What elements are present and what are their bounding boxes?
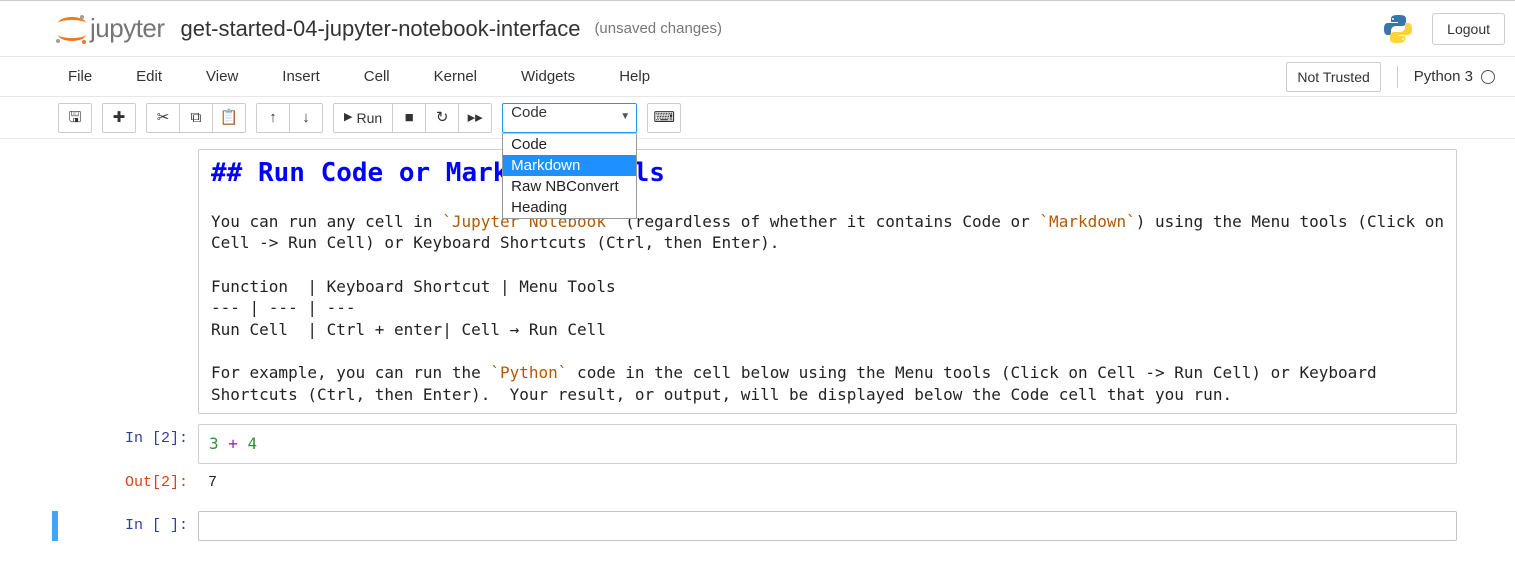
menu-edit[interactable]: Edit (126, 60, 172, 93)
stop-icon: ■ (405, 110, 414, 125)
cell-type-option-code[interactable]: Code (503, 134, 636, 155)
jupyter-logo[interactable]: jupyter (58, 13, 165, 44)
restart-run-all-button[interactable]: ▸▸ (458, 103, 492, 133)
jupyter-logo-text: jupyter (90, 13, 165, 44)
kernel-indicator[interactable]: Python 3 (1414, 68, 1505, 85)
save-status: (unsaved changes) (594, 20, 722, 37)
menu-kernel[interactable]: Kernel (424, 60, 487, 93)
python-logo-icon (1382, 13, 1414, 45)
fast-forward-icon: ▸▸ (468, 110, 483, 125)
output-cell-1: Out[2]: 7 (58, 468, 1457, 497)
cell-type-option-raw[interactable]: Raw NBConvert (503, 176, 636, 197)
move-group: ↑ ↓ (256, 103, 323, 133)
output-prompt: Out[2]: (58, 468, 198, 497)
menu-view[interactable]: View (196, 60, 248, 93)
restart-icon: ↻ (436, 110, 449, 125)
save-icon: 🖫 (69, 110, 82, 125)
cell-type-dropdown: Code Markdown Raw NBConvert Heading (502, 133, 637, 219)
run-button[interactable]: ▶ Run (333, 103, 393, 133)
menu-widgets[interactable]: Widgets (511, 60, 585, 93)
kernel-name: Python 3 (1414, 68, 1473, 85)
paste-button[interactable]: 📋 (212, 103, 246, 133)
arrow-down-icon: ↓ (302, 110, 310, 125)
run-group: ▶ Run ■ ↻ ▸▸ (333, 103, 492, 133)
cell-type-selector[interactable]: Code Code Markdown Raw NBConvert Heading (502, 103, 637, 133)
move-down-button[interactable]: ↓ (289, 103, 323, 133)
logout-button[interactable]: Logout (1432, 13, 1505, 45)
move-up-button[interactable]: ↑ (256, 103, 290, 133)
menu-file[interactable]: File (58, 60, 102, 93)
code-cell-1[interactable]: In [2]: 3 + 4 (58, 424, 1457, 464)
cell-type-select[interactable]: Code (502, 103, 637, 133)
jupyter-logo-icon (58, 15, 86, 43)
edit-group: ✂ ⧉ 📋 (146, 103, 246, 133)
input-prompt: In [2]: (58, 424, 198, 464)
copy-button[interactable]: ⧉ (179, 103, 213, 133)
cut-icon: ✂ (157, 110, 170, 125)
menu-insert[interactable]: Insert (272, 60, 330, 93)
menu-help[interactable]: Help (609, 60, 660, 93)
code-cell-2[interactable]: In [ ]: (58, 511, 1457, 541)
run-icon: ▶ (344, 112, 352, 123)
toolbar: 🖫 ✚ ✂ ⧉ 📋 ↑ ↓ ▶ Run ■ ↻ ▸▸ Code Code Mark… (0, 97, 1515, 139)
command-palette-button[interactable]: ⌨ (647, 103, 681, 133)
copy-icon: ⧉ (191, 110, 202, 125)
markdown-source[interactable]: ## Run Code or Markdown Cells You can ru… (198, 149, 1457, 414)
cell-type-option-heading[interactable]: Heading (503, 197, 636, 218)
menubar: File Edit View Insert Cell Kernel Widget… (0, 57, 1515, 97)
code-source[interactable] (198, 511, 1457, 541)
interrupt-button[interactable]: ■ (392, 103, 426, 133)
notebook-header: jupyter get-started-04-jupyter-notebook-… (0, 1, 1515, 57)
notebook-area[interactable]: ## Run Code or Markdown Cells You can ru… (0, 139, 1515, 564)
not-trusted-button[interactable]: Not Trusted (1286, 62, 1380, 92)
plus-icon: ✚ (113, 110, 126, 125)
cell-type-option-markdown[interactable]: Markdown (503, 155, 636, 176)
run-label: Run (356, 110, 382, 126)
save-button[interactable]: 🖫 (58, 103, 92, 133)
output-value: 7 (198, 468, 1457, 497)
notebook-title[interactable]: get-started-04-jupyter-notebook-interfac… (181, 16, 581, 42)
keyboard-icon: ⌨ (653, 110, 675, 125)
add-cell-button[interactable]: ✚ (102, 103, 136, 133)
paste-icon: 📋 (220, 110, 239, 125)
separator (1397, 66, 1398, 88)
menu-cell[interactable]: Cell (354, 60, 400, 93)
input-prompt: In [ ]: (58, 511, 198, 541)
arrow-up-icon: ↑ (269, 110, 277, 125)
code-source[interactable]: 3 + 4 (198, 424, 1457, 464)
markdown-cell[interactable]: ## Run Code or Markdown Cells You can ru… (58, 149, 1457, 414)
restart-button[interactable]: ↻ (425, 103, 459, 133)
cut-button[interactable]: ✂ (146, 103, 180, 133)
kernel-status-icon (1481, 70, 1495, 84)
